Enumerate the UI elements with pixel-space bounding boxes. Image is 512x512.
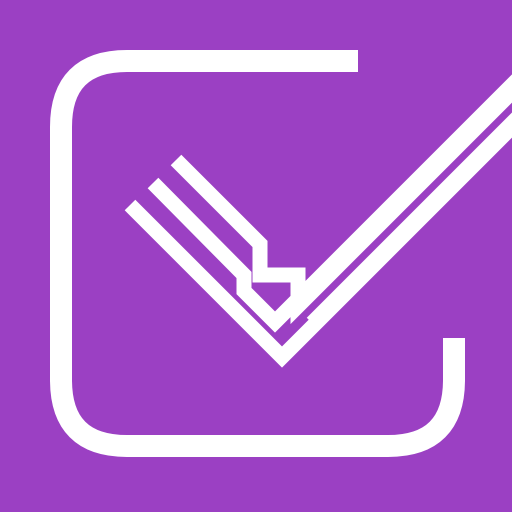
checklist-checkmark-icon xyxy=(0,0,512,512)
app-icon xyxy=(0,0,512,512)
